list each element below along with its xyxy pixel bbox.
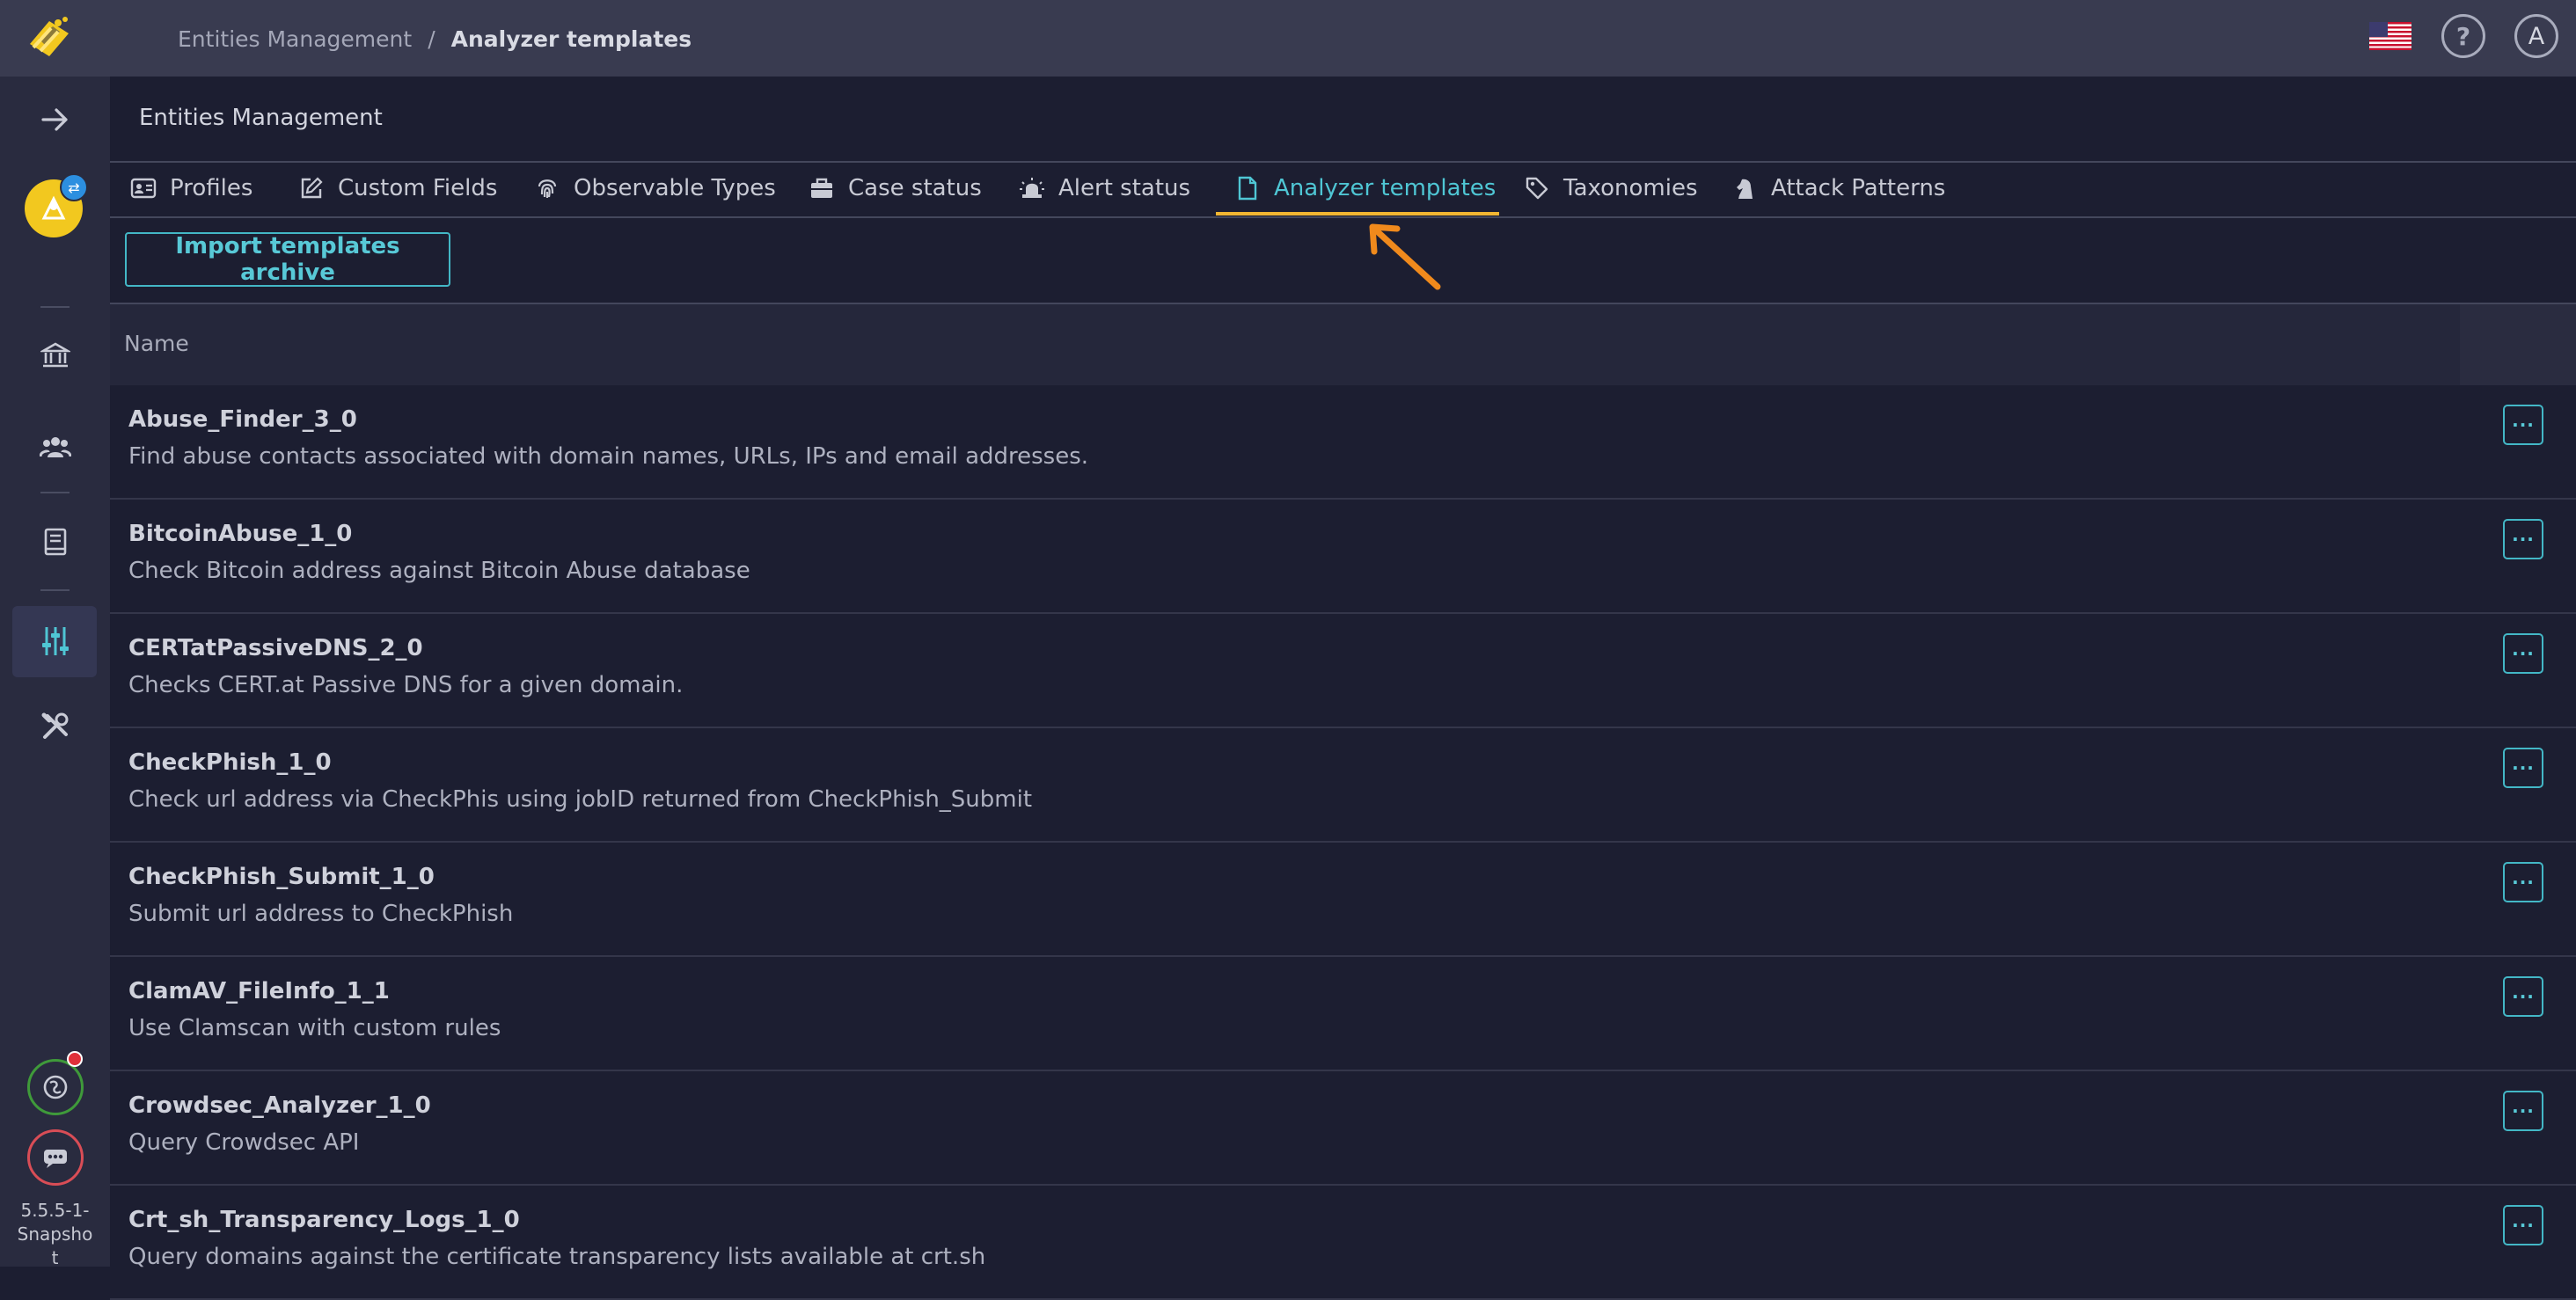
tab-custom-fields[interactable]: Custom Fields	[298, 161, 497, 215]
template-name: CheckPhish_1_0	[128, 749, 332, 776]
page-title: Entities Management	[139, 105, 383, 131]
row-actions-button[interactable]: ···	[2503, 862, 2543, 902]
table-row[interactable]: BitcoinAbuse_1_0 Check Bitcoin address a…	[110, 500, 2576, 614]
tab-taxonomies[interactable]: Taxonomies	[1524, 161, 1697, 215]
template-name: Abuse_Finder_3_0	[128, 406, 357, 433]
version-text: 5.5.5-1-Snapshot	[17, 1200, 93, 1268]
table-row[interactable]: Crowdsec_Analyzer_1_0 Query Crowdsec API…	[110, 1071, 2576, 1186]
tab-attack-patterns[interactable]: Attack Patterns	[1731, 161, 1945, 215]
row-actions-button[interactable]: ···	[2503, 405, 2543, 445]
column-header-name[interactable]: Name	[124, 331, 189, 356]
page-header: Entities Management	[110, 77, 2576, 163]
import-templates-button[interactable]: Import templates archive	[125, 232, 450, 287]
expand-sidebar-icon[interactable]	[0, 106, 110, 133]
breadcrumb-parent[interactable]: Entities Management	[178, 26, 412, 52]
template-description: Find abuse contacts associated with doma…	[128, 443, 1089, 470]
tag-icon	[1524, 175, 1550, 201]
row-actions-button[interactable]: ···	[2503, 519, 2543, 559]
switch-organisation-icon[interactable]: ⇄	[60, 173, 88, 201]
breadcrumb-separator: /	[428, 26, 435, 52]
notification-dot	[67, 1051, 83, 1067]
users-icon[interactable]	[0, 433, 110, 461]
cortex-status-icon[interactable]	[27, 1059, 84, 1115]
template-name: CheckPhish_Submit_1_0	[128, 864, 435, 890]
table-header: Name	[110, 304, 2576, 385]
book-icon[interactable]	[0, 527, 110, 557]
sidebar-divider	[40, 492, 70, 493]
sidebar-divider	[40, 306, 70, 308]
template-name: Crt_sh_Transparency_Logs_1_0	[128, 1207, 520, 1233]
file-icon	[1234, 175, 1261, 201]
template-description: Checks CERT.at Passive DNS for a given d…	[128, 672, 684, 698]
tab-label: Analyzer templates	[1274, 174, 1497, 201]
user-avatar[interactable]: A	[2514, 14, 2558, 58]
top-bar: Entities Management / Analyzer templates…	[0, 0, 2576, 77]
tools-icon[interactable]	[0, 712, 110, 741]
column-header-actions	[2460, 304, 2576, 385]
table-row[interactable]: ClamAV_FileInfo_1_1 Use Clamscan with cu…	[110, 957, 2576, 1071]
chess-knight-icon	[1731, 175, 1758, 201]
row-actions-button[interactable]: ···	[2503, 1091, 2543, 1131]
template-description: Check url address via CheckPhis using jo…	[128, 786, 1033, 813]
table-row[interactable]: Abuse_Finder_3_0 Find abuse contacts ass…	[110, 385, 2576, 500]
tab-observable-types[interactable]: Observable Types	[534, 161, 776, 215]
active-tab-indicator	[1216, 212, 1499, 215]
breadcrumb-current: Analyzer templates	[450, 26, 692, 52]
edit-icon	[298, 175, 325, 201]
sidebar-divider	[40, 589, 70, 591]
template-description: Submit url address to CheckPhish	[128, 901, 514, 927]
template-name: ClamAV_FileInfo_1_1	[128, 978, 390, 1004]
tab-label: Alert status	[1058, 174, 1191, 201]
table-row[interactable]: CheckPhish_Submit_1_0 Submit url address…	[110, 843, 2576, 957]
table-row[interactable]: CheckPhish_1_0 Check url address via Che…	[110, 728, 2576, 843]
sidebar: ⇄ 5.5.5-1-Snapshot	[0, 77, 110, 1270]
help-button[interactable]: ?	[2441, 14, 2485, 58]
templates-list: Abuse_Finder_3_0 Find abuse contacts ass…	[110, 385, 2576, 1300]
template-name: Crowdsec_Analyzer_1_0	[128, 1092, 431, 1119]
row-actions-button[interactable]: ···	[2503, 1205, 2543, 1245]
tab-label: Custom Fields	[338, 174, 498, 201]
breadcrumb: Entities Management / Analyzer templates	[178, 21, 692, 56]
row-actions-button[interactable]: ···	[2503, 633, 2543, 674]
tab-profiles[interactable]: Profiles	[130, 161, 252, 215]
bank-icon[interactable]	[0, 340, 110, 370]
tab-label: Attack Patterns	[1771, 174, 1946, 201]
table-row[interactable]: Crt_sh_Transparency_Logs_1_0 Query domai…	[110, 1186, 2576, 1300]
table-row[interactable]: CERTatPassiveDNS_2_0 Checks CERT.at Pass…	[110, 614, 2576, 728]
fingerprint-icon	[534, 175, 560, 201]
briefcase-icon	[809, 175, 835, 201]
tab-label: Taxonomies	[1563, 174, 1698, 201]
tab-label: Case status	[848, 174, 982, 201]
template-description: Use Clamscan with custom rules	[128, 1015, 501, 1041]
template-description: Check Bitcoin address against Bitcoin Ab…	[128, 558, 750, 584]
tab-case-status[interactable]: Case status	[809, 161, 982, 215]
row-actions-button[interactable]: ···	[2503, 748, 2543, 788]
toolbar: Import templates archive	[110, 218, 2576, 304]
tab-label: Profiles	[170, 174, 253, 201]
thehive-logo[interactable]	[23, 12, 77, 62]
us-flag-icon[interactable]	[2369, 22, 2411, 50]
tab-analyzer-templates[interactable]: Analyzer templates	[1234, 161, 1496, 215]
tab-bar: Profiles Custom Fields Observable Types …	[110, 161, 2576, 218]
template-description: Query Crowdsec API	[128, 1129, 360, 1156]
app-version: 5.5.5-1-Snapshot	[0, 1199, 110, 1270]
template-name: CERTatPassiveDNS_2_0	[128, 635, 423, 661]
sliders-icon[interactable]	[0, 625, 110, 657]
tab-label: Observable Types	[574, 174, 776, 201]
id-card-icon	[130, 175, 157, 201]
siren-icon	[1019, 175, 1045, 201]
row-actions-button[interactable]: ···	[2503, 976, 2543, 1017]
template-name: BitcoinAbuse_1_0	[128, 521, 353, 547]
misp-status-icon[interactable]	[27, 1129, 84, 1186]
tab-alert-status[interactable]: Alert status	[1019, 161, 1190, 215]
